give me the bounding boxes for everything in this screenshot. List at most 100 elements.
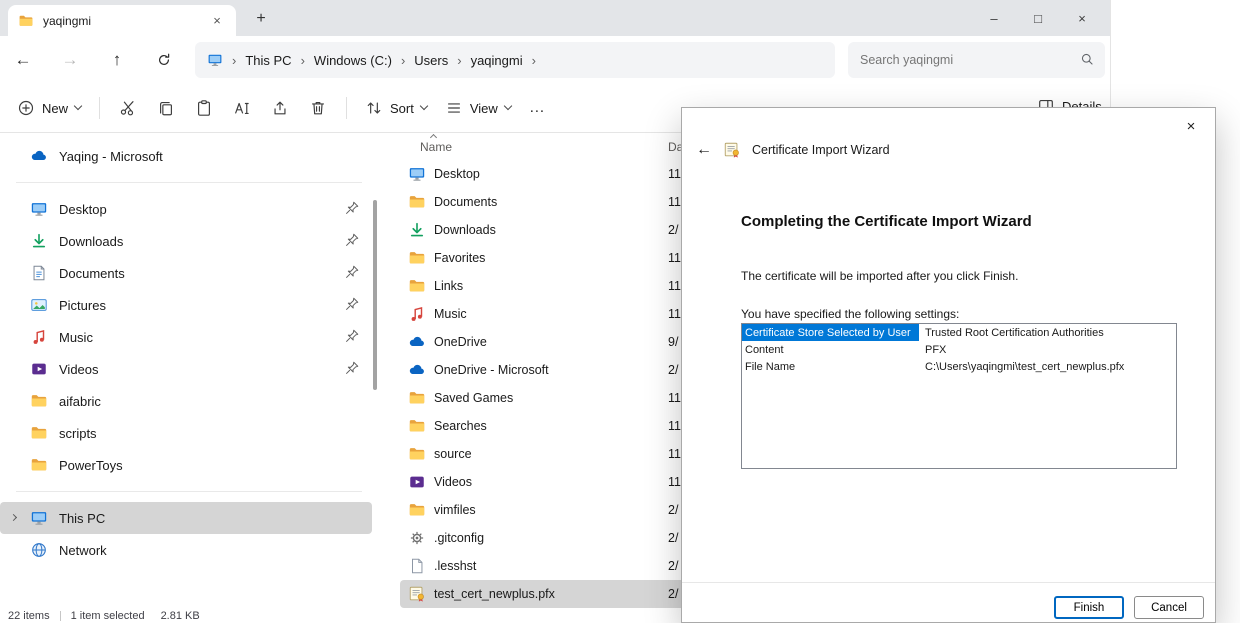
video-icon	[408, 473, 426, 491]
sort-button-label: Sort	[390, 101, 414, 116]
sidebar-item-documents[interactable]: Documents	[0, 257, 372, 289]
sidebar-item-aifabric[interactable]: aifabric	[0, 385, 372, 417]
folder-icon	[18, 13, 34, 29]
view-button[interactable]: View	[436, 92, 520, 124]
sidebar-item-downloads[interactable]: Downloads	[0, 225, 372, 257]
more-button[interactable]: …	[520, 92, 554, 124]
maximize-button[interactable]: □	[1016, 0, 1060, 36]
settings-row[interactable]: Certificate Store Selected by User Trust…	[742, 324, 1176, 341]
dialog-header-title: Certificate Import Wizard	[752, 143, 890, 157]
download-icon	[408, 221, 426, 239]
delete-button[interactable]	[299, 92, 337, 124]
pictures-icon	[30, 296, 48, 314]
music-note-icon	[408, 305, 426, 323]
share-button[interactable]	[261, 92, 299, 124]
settings-row[interactable]: File Name C:\Users\yaqingmi\test_cert_ne…	[742, 358, 1176, 375]
setting-key: File Name	[742, 358, 919, 375]
back-button[interactable]: ←	[9, 46, 37, 74]
breadcrumb-separator: ›	[457, 53, 461, 68]
dialog-footer-divider	[682, 582, 1215, 583]
desktop-icon	[408, 165, 426, 183]
chevron-down-icon	[504, 102, 512, 110]
pin-icon	[344, 360, 360, 376]
explorer-tab[interactable]: yaqingmi ×	[8, 5, 236, 36]
sort-button[interactable]: Sort	[356, 92, 436, 124]
onedrive-cloud-icon	[408, 361, 426, 379]
settings-row[interactable]: Content PFX	[742, 341, 1176, 358]
sort-arrows-icon	[365, 99, 383, 117]
tab-close-icon[interactable]: ×	[208, 12, 226, 30]
sidebar-item-network[interactable]: Network	[0, 534, 372, 566]
setting-value: C:\Users\yaqingmi\test_cert_newplus.pfx	[919, 361, 1124, 373]
finish-button[interactable]: Finish	[1054, 596, 1124, 619]
chevron-down-icon	[420, 102, 428, 110]
refresh-icon	[156, 52, 172, 68]
sidebar-scrollbar[interactable]	[373, 200, 377, 390]
close-button[interactable]: ×	[1060, 0, 1104, 36]
chevron-right-icon[interactable]	[10, 514, 17, 521]
dialog-close-button[interactable]: ×	[1179, 114, 1203, 138]
breadcrumb-this-pc[interactable]: This PC	[245, 53, 291, 68]
sidebar-item-label: Pictures	[59, 298, 106, 313]
breadcrumb-users[interactable]: Users	[414, 53, 448, 68]
breadcrumb-windows-c[interactable]: Windows (C:)	[314, 53, 392, 68]
file-icon	[408, 557, 426, 575]
trash-icon	[309, 99, 327, 117]
video-icon	[30, 360, 48, 378]
plus-circle-icon	[17, 99, 35, 117]
rename-button[interactable]	[223, 92, 261, 124]
sidebar-item-music[interactable]: Music	[0, 321, 372, 353]
breadcrumb-separator: ›	[401, 53, 405, 68]
sidebar-item-label: This PC	[59, 511, 105, 526]
chevron-down-icon	[74, 102, 82, 110]
toolbar-divider	[99, 97, 100, 119]
sidebar-separator	[16, 182, 362, 183]
view-lines-icon	[445, 99, 463, 117]
sidebar-item-label: Desktop	[59, 202, 107, 217]
address-bar[interactable]: › This PC › Windows (C:) › Users › yaqin…	[195, 42, 835, 78]
sidebar-item-onedrive[interactable]: Yaqing - Microsoft	[0, 140, 372, 172]
new-button[interactable]: New	[8, 92, 90, 124]
up-button[interactable]: ↑	[103, 46, 131, 74]
forward-button[interactable]: →	[56, 46, 84, 74]
view-button-label: View	[470, 101, 498, 116]
pin-icon	[344, 296, 360, 312]
dialog-header: ← Certificate Import Wizard	[696, 141, 890, 159]
search-placeholder: Search yaqingmi	[860, 53, 953, 67]
tab-title: yaqingmi	[43, 14, 199, 28]
copy-button[interactable]	[147, 92, 185, 124]
certificate-icon	[408, 585, 426, 603]
folder-icon	[30, 392, 48, 410]
new-tab-button[interactable]: +	[250, 8, 272, 30]
settings-label: You have specified the following setting…	[741, 307, 959, 321]
dialog-back-button[interactable]: ←	[696, 141, 712, 159]
folder-icon	[30, 424, 48, 442]
folder-icon	[408, 445, 426, 463]
toolbar-divider	[346, 97, 347, 119]
sidebar-item-this-pc[interactable]: This PC	[0, 502, 372, 534]
rename-icon	[233, 99, 251, 117]
sidebar-item-scripts[interactable]: scripts	[0, 417, 372, 449]
cut-button[interactable]	[109, 92, 147, 124]
statusbar-divider	[60, 611, 61, 621]
search-icon	[1080, 52, 1094, 66]
column-header-name[interactable]: Name	[420, 140, 668, 154]
minimize-button[interactable]: –	[972, 0, 1016, 36]
document-icon	[30, 264, 48, 282]
settings-list[interactable]: Certificate Store Selected by User Trust…	[741, 323, 1177, 469]
paste-button[interactable]	[185, 92, 223, 124]
sidebar-item-label: Videos	[59, 362, 99, 377]
breadcrumb-yaqingmi[interactable]: yaqingmi	[471, 53, 523, 68]
sidebar-item-videos[interactable]: Videos	[0, 353, 372, 385]
download-icon	[30, 232, 48, 250]
clipboard-icon	[195, 99, 213, 117]
sidebar-item-label: Network	[59, 543, 107, 558]
refresh-button[interactable]	[150, 46, 178, 74]
sidebar-item-desktop[interactable]: Desktop	[0, 193, 372, 225]
breadcrumb-separator: ›	[301, 53, 305, 68]
sidebar-item-powertoys[interactable]: PowerToys	[0, 449, 372, 481]
search-box[interactable]: Search yaqingmi	[848, 42, 1105, 78]
cancel-button[interactable]: Cancel	[1134, 596, 1204, 619]
sidebar-item-pictures[interactable]: Pictures	[0, 289, 372, 321]
selection-size: 2.81 KB	[161, 610, 200, 622]
